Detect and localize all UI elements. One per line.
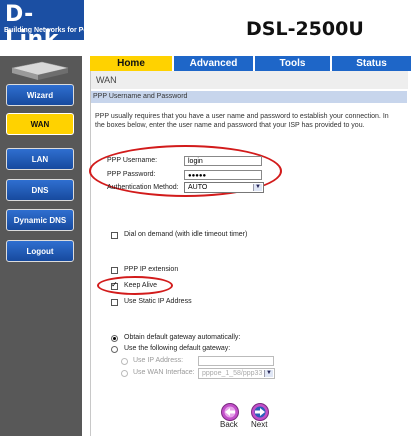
auth-method-label: Authentication Method: xyxy=(107,184,179,191)
sidebar-item-logout[interactable]: Logout xyxy=(6,240,74,262)
use-wan-interface-label: Use WAN Interface: xyxy=(133,369,195,376)
static-ip-checkbox[interactable] xyxy=(111,299,118,306)
main-content: WAN PPP Username and Password PPP usuall… xyxy=(89,71,411,436)
username-label: PPP Username: xyxy=(107,157,158,164)
ppp-ip-extension-checkbox[interactable] xyxy=(111,267,118,274)
tab-advanced[interactable]: Advanced xyxy=(174,56,253,71)
dial-on-demand-label: Dial on demand (with idle timeout timer) xyxy=(124,231,248,238)
sidebar-item-dynamic-dns[interactable]: Dynamic DNS xyxy=(6,209,74,231)
gateway-auto-radio[interactable] xyxy=(111,335,118,342)
sidebar-item-dns[interactable]: DNS xyxy=(6,179,74,201)
dial-on-demand-checkbox[interactable] xyxy=(111,232,118,239)
sidebar: Wizard WAN LAN DNS Dynamic DNS Logout xyxy=(0,56,82,436)
username-input[interactable]: login xyxy=(184,156,262,166)
sidebar-item-wan[interactable]: WAN xyxy=(6,113,74,135)
static-ip-label: Use Static IP Address xyxy=(124,298,192,305)
gateway-auto-label: Obtain default gateway automatically: xyxy=(124,334,241,341)
next-button[interactable] xyxy=(251,403,269,421)
auth-method-select[interactable]: AUTO ▼ xyxy=(184,182,264,193)
section-header: PPP Username and Password xyxy=(91,91,407,103)
gateway-manual-label: Use the following default gateway: xyxy=(124,345,231,352)
password-label: PPP Password: xyxy=(107,171,156,178)
tab-tools[interactable]: Tools xyxy=(255,56,330,71)
intro-text: PPP usually requires that you have a use… xyxy=(95,113,389,129)
wan-interface-select[interactable]: pppoe_1_58/ppp33 ▼ xyxy=(198,368,275,379)
sidebar-item-wizard[interactable]: Wizard xyxy=(6,84,74,106)
logo-tagline: Building Networks for People xyxy=(4,27,102,34)
tab-status[interactable]: Status xyxy=(332,56,411,71)
sidebar-item-lan[interactable]: LAN xyxy=(6,148,74,170)
chevron-down-icon: ▼ xyxy=(253,184,262,191)
use-ip-address-radio[interactable] xyxy=(121,358,128,365)
password-input[interactable]: ●●●●● xyxy=(184,170,262,180)
auth-method-value: AUTO xyxy=(188,184,208,191)
tab-home[interactable]: Home xyxy=(90,56,172,71)
keep-alive-label: Keep Alive xyxy=(124,282,158,289)
back-label: Back xyxy=(220,420,238,429)
keep-alive-checkbox[interactable] xyxy=(111,280,118,290)
model-name: DSL-2500U xyxy=(246,18,364,40)
ppp-ip-extension-label: PPP IP extension xyxy=(124,266,179,273)
gateway-manual-radio[interactable] xyxy=(111,346,118,353)
use-ip-address-input[interactable] xyxy=(198,356,274,366)
header: D-Link Building Networks for People DSL-… xyxy=(0,0,411,56)
page-title: WAN xyxy=(91,71,408,89)
chevron-down-icon: ▼ xyxy=(264,370,273,377)
next-arrow-icon xyxy=(251,403,269,421)
use-wan-interface-radio[interactable] xyxy=(121,370,128,377)
use-ip-address-label: Use IP Address: xyxy=(133,357,184,364)
back-arrow-icon xyxy=(221,403,239,421)
dlink-logo: D-Link Building Networks for People xyxy=(0,0,102,52)
router-icon xyxy=(11,61,69,80)
back-button[interactable] xyxy=(221,403,239,421)
wan-interface-value: pppoe_1_58/ppp33 xyxy=(202,370,263,377)
top-tabs: Home Advanced Tools Status xyxy=(90,56,411,71)
next-label: Next xyxy=(251,420,268,429)
